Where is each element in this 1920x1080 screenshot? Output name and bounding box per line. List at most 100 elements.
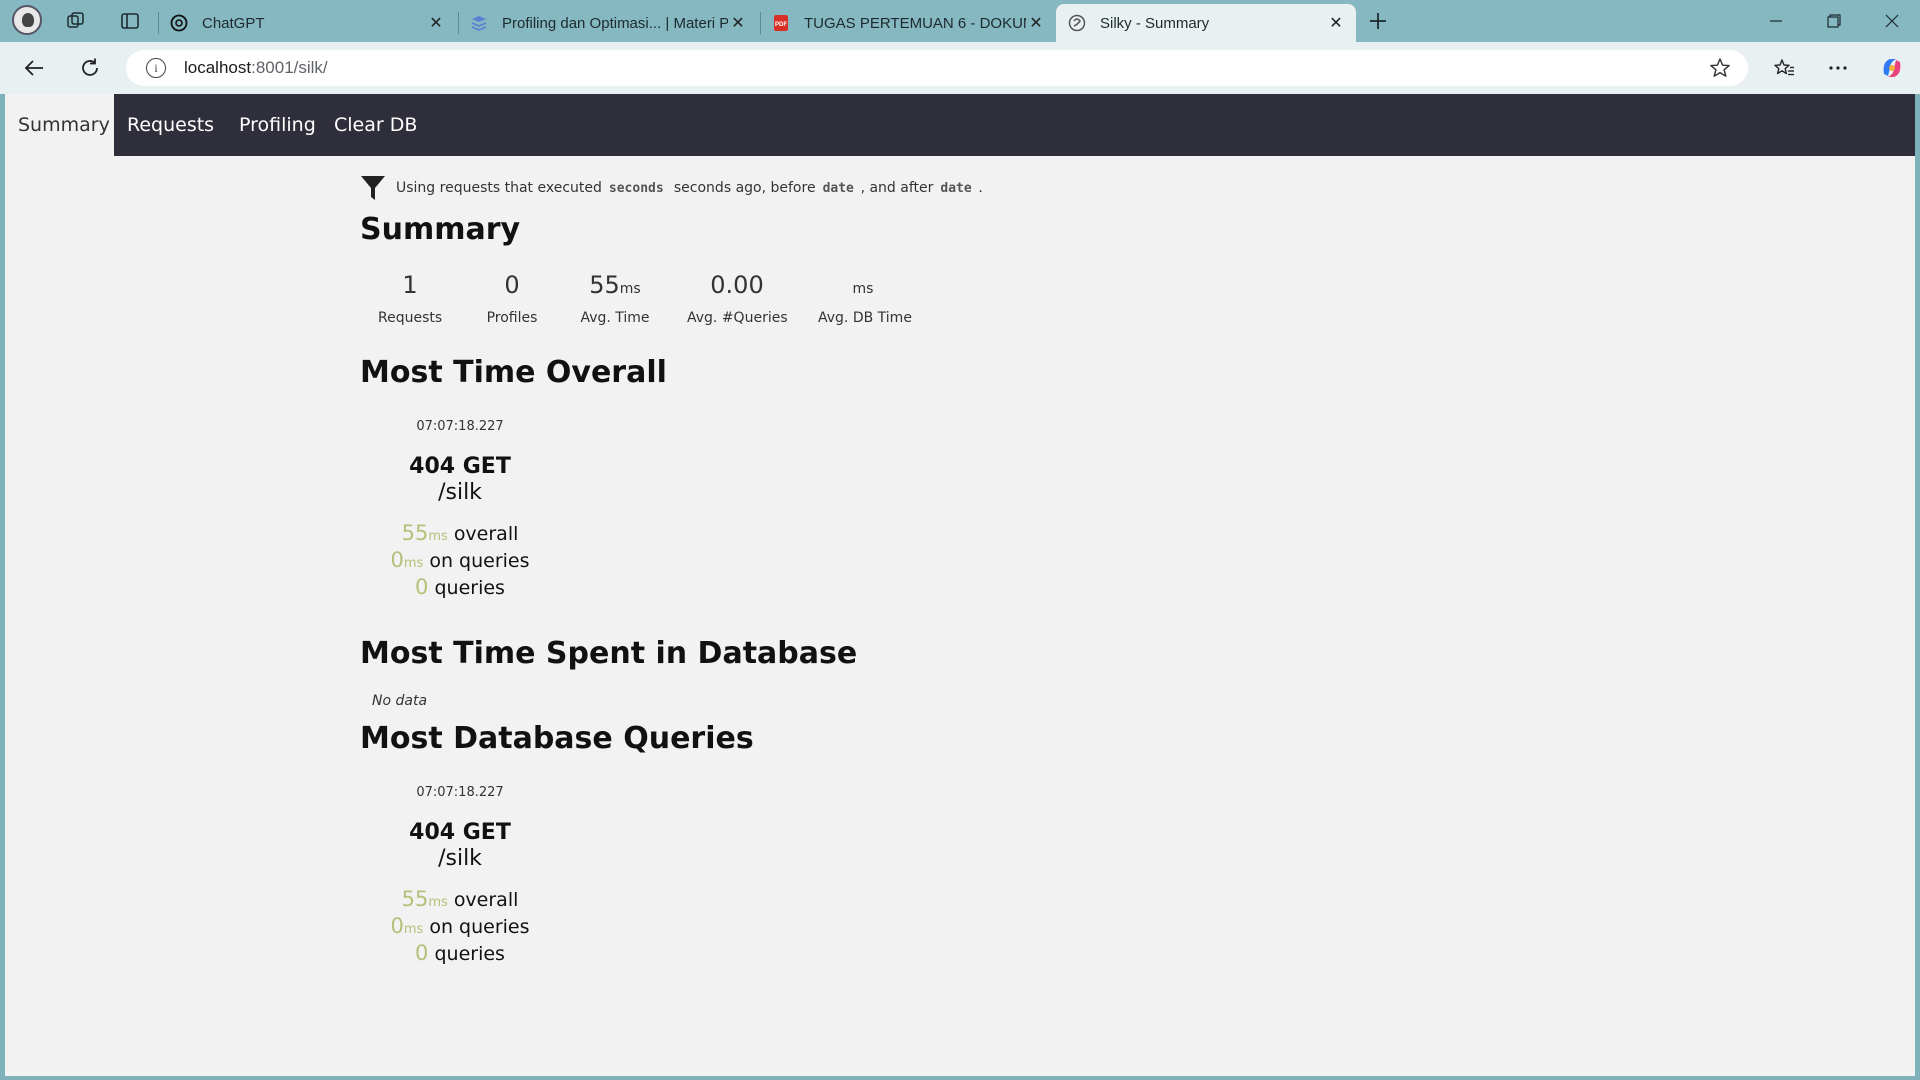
request-method: 404 GET bbox=[409, 454, 511, 479]
filter-end: . bbox=[978, 180, 983, 196]
close-icon[interactable]: ✕ bbox=[1326, 13, 1346, 33]
metric-value: 55 bbox=[401, 887, 429, 911]
metric-query-count: 0 queries bbox=[360, 940, 560, 967]
request-timestamp: 07:07:18.227 bbox=[416, 785, 504, 800]
filter-seconds-field[interactable]: seconds bbox=[609, 181, 667, 196]
stat-unit: ms bbox=[619, 281, 641, 297]
stat-number: 55 bbox=[589, 271, 620, 299]
request-method: 404 GET bbox=[409, 820, 511, 845]
silk-navbar: Summary Requests Profiling Clear DB bbox=[5, 94, 1915, 156]
tab-title: ChatGPT bbox=[202, 14, 265, 32]
new-tab-icon[interactable] bbox=[1362, 6, 1394, 36]
back-arrow-icon[interactable] bbox=[16, 50, 52, 86]
filter-mid: seconds ago, before bbox=[673, 180, 816, 196]
close-icon[interactable]: ✕ bbox=[728, 13, 748, 33]
close-icon[interactable]: ✕ bbox=[1026, 13, 1046, 33]
profile-avatar[interactable] bbox=[12, 5, 42, 35]
tab-title: Silky - Summary bbox=[1100, 14, 1210, 32]
stat-requests: 1 Requests bbox=[378, 270, 442, 326]
metric-unit: ms bbox=[403, 922, 424, 937]
stat-value: 0 bbox=[482, 270, 542, 300]
tab-chatgpt[interactable]: ChatGPT ✕ bbox=[158, 4, 456, 42]
nav-clear-db[interactable]: Clear DB bbox=[321, 94, 430, 156]
most-time-overall-heading: Most Time Overall bbox=[360, 355, 667, 390]
stat-value: 0.00 bbox=[687, 270, 787, 300]
most-time-db-heading: Most Time Spent in Database bbox=[360, 636, 858, 671]
favorites-icon[interactable] bbox=[1766, 50, 1802, 86]
stat-unit: ms bbox=[852, 281, 874, 297]
tab-title: Profiling dan Optimasi... | Materi P bbox=[502, 14, 728, 32]
browser-toolbar: i localhost:8001/silk/ bbox=[0, 42, 1920, 94]
most-db-queries-heading: Most Database Queries bbox=[360, 721, 754, 756]
tab-tugas-pdf[interactable]: PDF TUGAS PERTEMUAN 6 - DOKUMEN ✕ bbox=[760, 4, 1056, 42]
page-viewport: Summary Requests Profiling Clear DB Usin… bbox=[5, 94, 1915, 1076]
workspaces-icon[interactable] bbox=[60, 6, 92, 36]
metric-label: on queries bbox=[429, 550, 530, 572]
filter-after-text: , and after bbox=[860, 180, 934, 196]
metric-label: overall bbox=[453, 889, 519, 911]
url-rest: :8001/silk/ bbox=[251, 58, 328, 77]
tab-silky-summary[interactable]: Silky - Summary ✕ bbox=[1056, 4, 1356, 42]
chatgpt-icon bbox=[170, 14, 188, 32]
request-card-most-queries[interactable]: 07:07:18.227 404 GET /silk 55ms overall … bbox=[360, 783, 560, 967]
stat-value: 55ms bbox=[576, 270, 654, 300]
metric-value: 0 bbox=[390, 548, 404, 572]
metric-value: 55 bbox=[401, 521, 429, 545]
nav-requests[interactable]: Requests bbox=[114, 94, 227, 156]
more-options-icon[interactable] bbox=[1820, 50, 1856, 86]
pdf-icon: PDF bbox=[772, 14, 790, 32]
metric-value: 0 bbox=[390, 914, 404, 938]
tab-profiling-materi[interactable]: Profiling dan Optimasi... | Materi P ✕ bbox=[458, 4, 758, 42]
tab-strip: ChatGPT ✕ Profiling dan Optimasi... | Ma… bbox=[0, 0, 1920, 42]
stat-label: Avg. #Queries bbox=[687, 310, 788, 326]
metric-query-time: 0ms on queries bbox=[360, 547, 560, 574]
filter-bar: Using requests that executed seconds sec… bbox=[360, 174, 983, 202]
stat-number: 0 bbox=[504, 271, 520, 299]
window-close-icon[interactable] bbox=[1864, 0, 1920, 42]
filter-prefix: Using requests that executed bbox=[396, 180, 602, 196]
metric-label: queries bbox=[434, 577, 505, 599]
metric-overall: 55ms overall bbox=[360, 520, 560, 547]
request-card-most-time[interactable]: 07:07:18.227 404 GET /silk 55ms overall … bbox=[360, 417, 560, 601]
metric-unit: ms bbox=[403, 556, 424, 571]
stat-number: 0.00 bbox=[710, 271, 764, 299]
document-icon bbox=[470, 14, 488, 32]
metric-query-count: 0 queries bbox=[360, 574, 560, 601]
request-timestamp: 07:07:18.227 bbox=[416, 419, 504, 434]
tab-title: TUGAS PERTEMUAN 6 - DOKUMEN bbox=[804, 14, 1026, 32]
metric-label: on queries bbox=[429, 916, 530, 938]
metric-label: overall bbox=[453, 523, 519, 545]
request-metrics: 55ms overall 0ms on queries 0 queries bbox=[360, 886, 560, 967]
reload-icon[interactable] bbox=[72, 50, 108, 86]
metric-unit: ms bbox=[428, 895, 448, 910]
stat-value: ms bbox=[818, 270, 908, 300]
metric-unit: ms bbox=[428, 529, 448, 544]
minimize-icon[interactable] bbox=[1748, 0, 1804, 42]
stat-avg-time: 55ms Avg. Time bbox=[576, 270, 654, 326]
stat-value: 1 bbox=[378, 270, 442, 300]
filter-icon[interactable] bbox=[360, 174, 386, 202]
request-path: /silk bbox=[438, 480, 482, 505]
stat-avg-db-time: ms Avg. DB Time bbox=[818, 270, 912, 326]
restore-icon[interactable] bbox=[1806, 0, 1862, 42]
tab-actions-icon[interactable] bbox=[114, 6, 146, 36]
stat-label: Requests bbox=[378, 310, 443, 326]
close-icon[interactable]: ✕ bbox=[426, 13, 446, 33]
nav-profiling[interactable]: Profiling bbox=[226, 94, 329, 156]
stat-profiles: 0 Profiles bbox=[482, 270, 542, 326]
address-bar[interactable]: i localhost:8001/silk/ bbox=[126, 50, 1748, 86]
request-path: /silk bbox=[438, 846, 482, 871]
filter-before-date-field[interactable]: date bbox=[823, 181, 859, 196]
favorite-star-icon[interactable] bbox=[1708, 56, 1732, 80]
copilot-icon[interactable] bbox=[1874, 50, 1910, 86]
filter-after-date-field[interactable]: date bbox=[940, 181, 976, 196]
url-host: localhost bbox=[184, 58, 252, 77]
stat-label: Avg. Time bbox=[580, 310, 650, 326]
stat-avg-queries: 0.00 Avg. #Queries bbox=[687, 270, 788, 326]
site-info-icon[interactable]: i bbox=[146, 58, 166, 78]
nav-summary[interactable]: Summary bbox=[5, 94, 114, 156]
svg-text:PDF: PDF bbox=[775, 22, 787, 28]
url-text: localhost:8001/silk/ bbox=[184, 58, 328, 78]
metric-query-time: 0ms on queries bbox=[360, 913, 560, 940]
metric-value: 0 bbox=[415, 941, 429, 965]
